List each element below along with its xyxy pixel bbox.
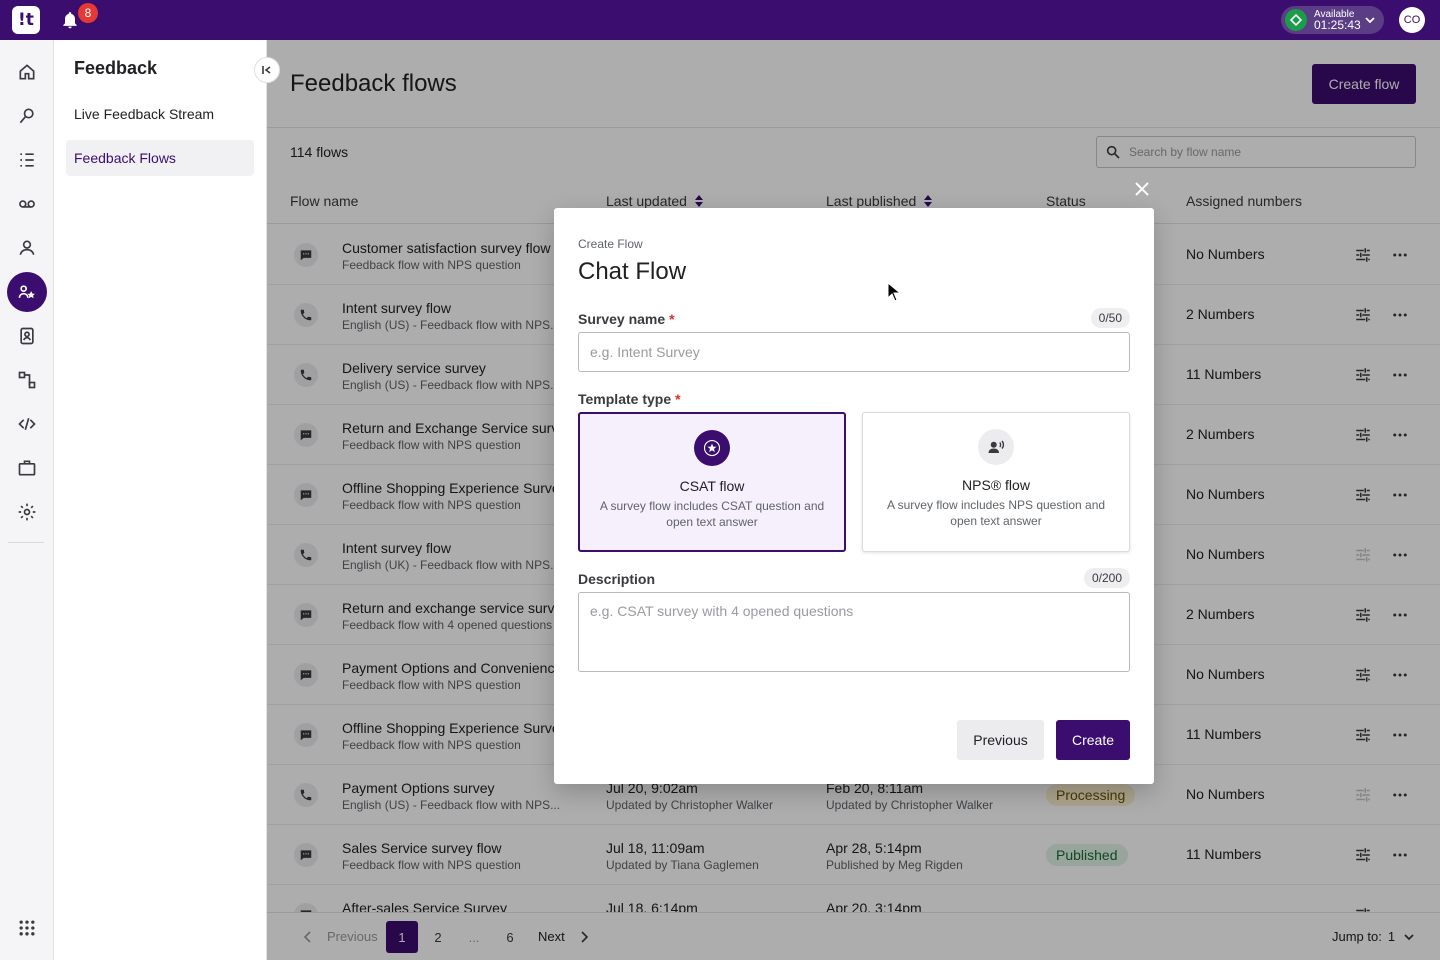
status-timer: 01:25:43: [1314, 18, 1361, 32]
survey-name-placeholder: e.g. Intent Survey: [590, 344, 700, 360]
feedback-sidebar: Feedback Live Feedback Stream Feedback F…: [54, 40, 280, 960]
create-flow-dialog: Create Flow Chat Flow Survey name * 0/50 …: [554, 208, 1154, 784]
top-bar: !t 8 Available 01:25:43 CO: [0, 0, 1440, 40]
code-icon[interactable]: [7, 404, 47, 444]
template-card-nps[interactable]: NPS® flow A survey flow includes NPS que…: [862, 412, 1130, 552]
mouse-cursor-icon: [887, 282, 901, 302]
survey-name-counter: 0/50: [1090, 308, 1130, 328]
collapse-left-icon: [262, 66, 271, 74]
description-placeholder: e.g. CSAT survey with 4 opened questions: [590, 603, 854, 619]
bell-icon[interactable]: [60, 10, 80, 30]
template-title: CSAT flow: [679, 478, 745, 494]
sidebar-item-label: Feedback Flows: [74, 150, 176, 166]
template-title: NPS® flow: [962, 477, 1030, 493]
rail-divider: [8, 542, 44, 543]
template-description: A survey flow includes CSAT question and…: [599, 499, 825, 529]
create-button[interactable]: Create: [1056, 720, 1130, 760]
survey-name-input[interactable]: e.g. Intent Survey: [578, 332, 1130, 372]
template-card-csat[interactable]: CSAT flow A survey flow includes CSAT qu…: [578, 412, 846, 552]
home-icon[interactable]: [7, 52, 47, 92]
star-icon: [694, 430, 730, 466]
description-textarea[interactable]: e.g. CSAT survey with 4 opened questions: [578, 592, 1130, 672]
required-asterisk: *: [675, 391, 681, 407]
collapse-sidebar-button[interactable]: [254, 57, 280, 83]
agents-icon[interactable]: [7, 228, 47, 268]
list-icon[interactable]: [7, 140, 47, 180]
description-label: Description: [578, 571, 656, 587]
briefcase-icon[interactable]: [7, 448, 47, 488]
sidebar-title: Feedback: [74, 58, 158, 78]
sidebar-item-label: Live Feedback Stream: [74, 106, 215, 122]
previous-button[interactable]: Previous: [957, 720, 1044, 760]
close-icon[interactable]: [1133, 180, 1151, 198]
settings-icon[interactable]: [7, 492, 47, 532]
app-logo[interactable]: !t: [12, 6, 40, 34]
user-avatar[interactable]: CO: [1399, 7, 1425, 33]
chevron-down-icon: [1365, 17, 1375, 24]
description-counter: 0/200: [1083, 568, 1130, 588]
nav-rail: [0, 40, 54, 960]
required-asterisk: *: [669, 311, 675, 327]
contacts-icon[interactable]: [7, 316, 47, 356]
template-type-label: Template type *: [578, 391, 681, 407]
notification-count-badge: 8: [78, 3, 98, 23]
dialog-breadcrumb: Create Flow: [578, 237, 643, 251]
status-available-icon: [1285, 9, 1307, 31]
agent-status-dropdown[interactable]: Available 01:25:43: [1281, 6, 1384, 34]
apps-grid-icon[interactable]: [7, 908, 47, 948]
feedback-icon[interactable]: [7, 272, 47, 312]
survey-name-label: Survey name *: [578, 311, 675, 327]
dialog-title: Chat Flow: [578, 258, 687, 285]
marketing-icon[interactable]: [7, 96, 47, 136]
routing-icon[interactable]: [7, 360, 47, 400]
speaking-person-icon: [978, 429, 1014, 465]
template-description: A survey flow includes NPS question and …: [886, 498, 1106, 528]
voicemail-icon[interactable]: [7, 184, 47, 224]
sidebar-item-feedback-flows[interactable]: Feedback Flows: [66, 140, 254, 176]
sidebar-item-live-feedback-stream[interactable]: Live Feedback Stream: [66, 96, 254, 132]
